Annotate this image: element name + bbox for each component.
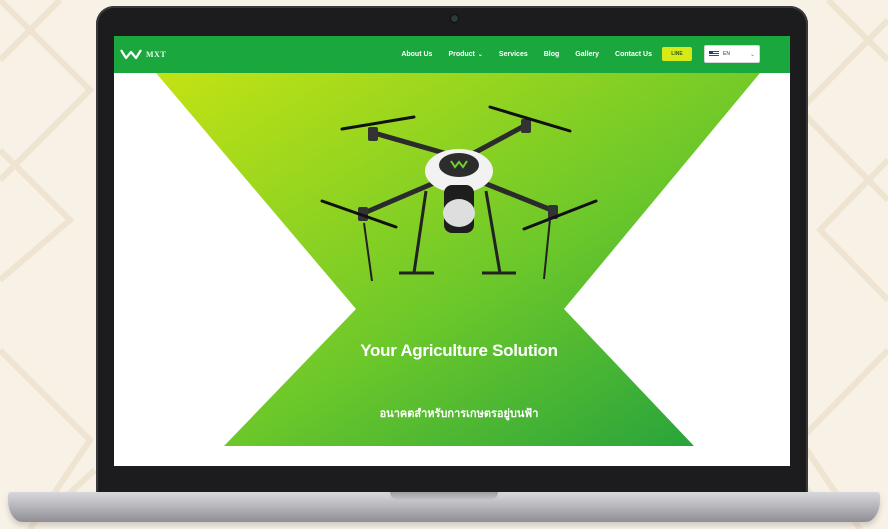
hero-subtitle: อนาคตสำหรับการเกษตรอยู่บนฟ้า <box>379 408 539 420</box>
line-button[interactable]: LINE <box>662 47 692 61</box>
nav-link-gallery[interactable]: Gallery <box>575 51 599 58</box>
top-navigation: MXT About Us Product ⌄ Services Blog Gall… <box>114 36 790 73</box>
nav-menu: About Us Product ⌄ Services Blog Gallery … <box>401 36 652 73</box>
nav-link-blog[interactable]: Blog <box>544 51 560 58</box>
hero-title: Your Agriculture Solution <box>360 341 558 360</box>
nav-link-about-us[interactable]: About Us <box>401 51 432 58</box>
logo-text: MXT <box>146 49 167 59</box>
hero-x-shape <box>156 73 760 446</box>
nav-link-product-label: Product <box>448 51 475 58</box>
website-screen: MXT About Us Product ⌄ Services Blog Gall… <box>114 36 790 466</box>
logo-icon <box>120 49 142 60</box>
us-flag-icon <box>709 51 719 57</box>
hero-banner: Your Agriculture Solution อนาคตสำหรับการ… <box>114 73 790 466</box>
laptop-notch <box>390 492 498 500</box>
site-logo[interactable]: MXT <box>120 47 166 61</box>
nav-link-contact-us[interactable]: Contact Us <box>615 51 652 58</box>
language-label: EN <box>723 51 730 57</box>
chevron-down-icon: ⌄ <box>477 52 483 58</box>
language-selector[interactable]: EN ⌄ <box>704 45 760 63</box>
nav-link-services[interactable]: Services <box>499 51 528 58</box>
webcam-icon <box>451 15 458 22</box>
chevron-down-icon: ⌄ <box>749 51 755 58</box>
nav-link-product[interactable]: Product ⌄ <box>448 51 482 58</box>
